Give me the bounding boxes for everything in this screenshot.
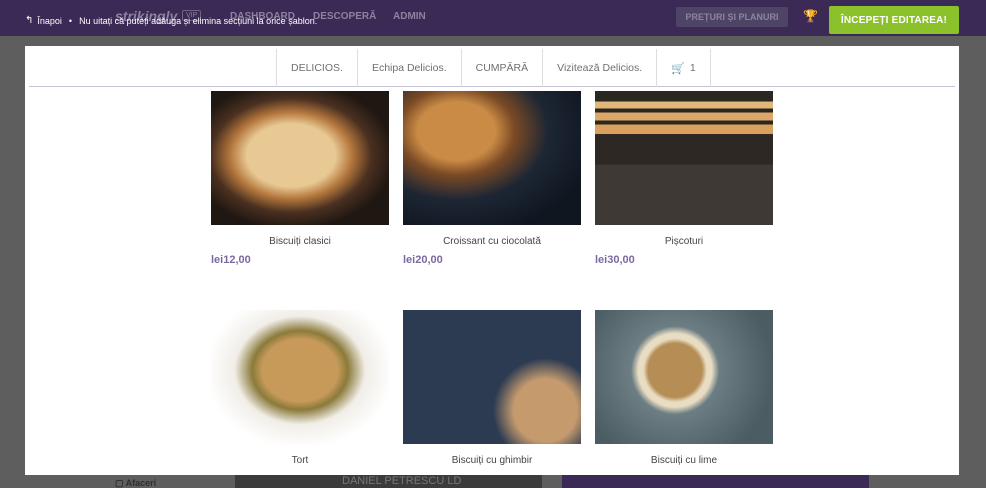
product-image[interactable] (595, 91, 773, 225)
cart-icon: 🛒 (671, 62, 685, 75)
product-name[interactable]: Pișcoturi (595, 236, 773, 247)
product-image[interactable] (403, 310, 581, 444)
back-arrow-icon[interactable]: ↰ (25, 15, 33, 26)
product-name[interactable]: Croissant cu ciocolată (403, 236, 581, 247)
product-name[interactable]: Biscuiți cu lime (595, 455, 773, 466)
product-name[interactable]: Biscuiți cu ghimbir (403, 455, 581, 466)
site-nav-item-home[interactable]: DELICIOS. (276, 49, 357, 87)
site-nav-item-visit[interactable]: Vizitează Delicios. (542, 49, 656, 87)
background-template-card-2 (562, 475, 869, 488)
product-card[interactable]: Biscuiți clasici lei12,00 (211, 91, 389, 266)
separator-dot: • (68, 15, 73, 26)
product-image[interactable] (211, 310, 389, 444)
cart-button[interactable]: 🛒 1 (656, 49, 711, 87)
back-bar: ↰ Înapoi • Nu uitați că puteți adăuga și… (25, 15, 317, 26)
product-price: lei12,00 (211, 254, 251, 266)
category-label: ▢ Afaceri (115, 478, 157, 488)
product-image[interactable] (403, 91, 581, 225)
product-card[interactable]: Biscuiți cu ghimbir (403, 310, 581, 466)
product-card[interactable]: Pișcoturi lei30,00 (595, 91, 773, 266)
back-link[interactable]: Înapoi (37, 16, 62, 26)
background-template-card: DANIEL PETRESCU LD (235, 475, 542, 488)
pricing-button[interactable]: PREȚURI ȘI PLANURI (676, 7, 788, 27)
cart-count: 1 (689, 62, 696, 74)
product-price: lei30,00 (595, 254, 635, 266)
site-nav-item-team[interactable]: Echipa Delicios. (356, 49, 461, 87)
product-card[interactable]: Biscuiți cu lime (595, 310, 773, 466)
product-image[interactable] (595, 310, 773, 444)
nav-admin[interactable]: ADMIN (393, 11, 426, 22)
product-name[interactable]: Tort (211, 455, 389, 466)
site-navigation: DELICIOS. Echipa Delicios. CUMPĂRĂ Vizit… (29, 49, 955, 87)
product-name[interactable]: Biscuiți clasici (211, 236, 389, 247)
nav-discover[interactable]: DESCOPERĂ (313, 11, 376, 22)
product-price: lei20,00 (403, 254, 443, 266)
product-card[interactable]: Tort (211, 310, 389, 466)
template-hint: Nu uitați că puteți adăuga și elimina se… (79, 15, 318, 26)
trophy-icon[interactable]: 🏆 (803, 9, 818, 23)
site-nav-item-shop[interactable]: CUMPĂRĂ (460, 49, 543, 87)
template-preview: DELICIOS. Echipa Delicios. CUMPĂRĂ Vizit… (25, 46, 959, 475)
product-card[interactable]: Croissant cu ciocolată lei20,00 (403, 91, 581, 266)
product-image[interactable] (211, 91, 389, 225)
start-editing-button[interactable]: ÎNCEPEȚI EDITAREA! (829, 6, 959, 34)
